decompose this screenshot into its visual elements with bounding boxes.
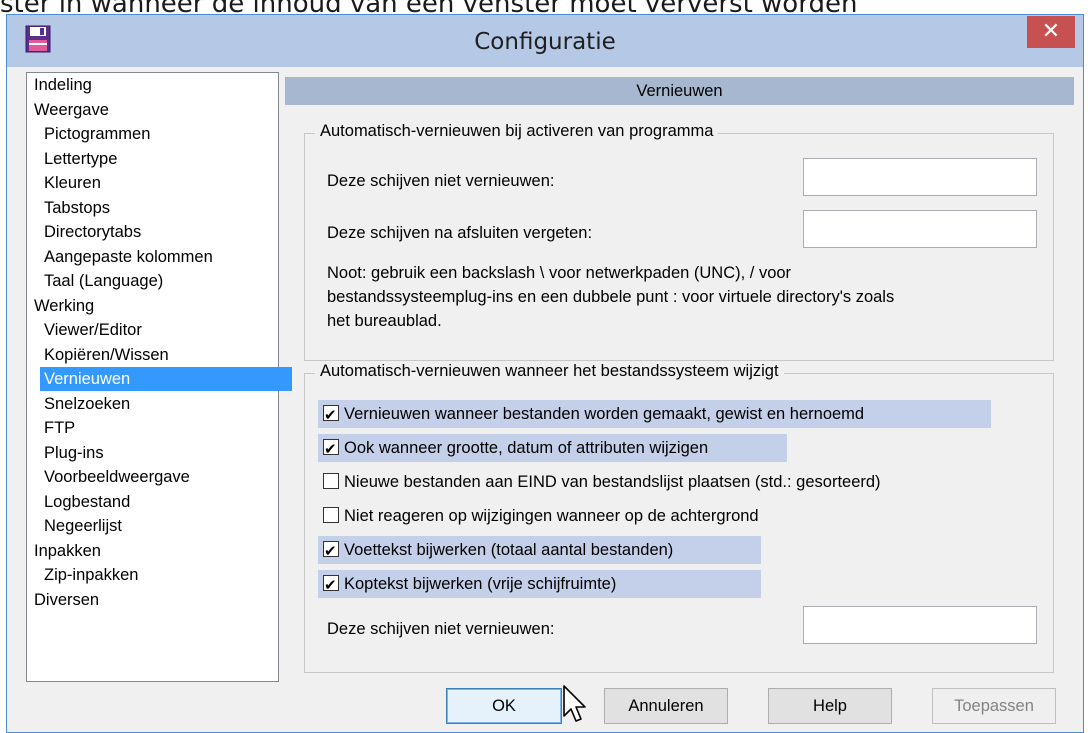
tree-item[interactable]: Directorytabs (27, 220, 278, 245)
exclude-drives-label: Deze schijven niet vernieuwen: (327, 172, 555, 190)
checkbox-checked[interactable]: ✔ (323, 405, 339, 424)
tree-item-label: Snelzoeken (44, 394, 131, 413)
tree-item[interactable]: Snelzoeken (27, 392, 278, 417)
forget-drives-label: Deze schijven na afsluiten vergeten: (327, 224, 593, 242)
checkbox-unchecked[interactable] (323, 473, 339, 489)
tree-item[interactable]: Indeling (27, 73, 278, 98)
check-mark-icon: ✔ (324, 576, 337, 594)
tree-item[interactable]: Kopiëren/Wissen (27, 343, 278, 368)
checkbox-label: Nieuwe bestanden aan EIND van bestandsli… (344, 473, 881, 491)
tree-item[interactable]: Plug-ins (27, 441, 278, 466)
checkbox-checked[interactable]: ✔ (323, 439, 339, 458)
tree-item-label: Plug-ins (44, 443, 104, 462)
note-line-2: bestandssysteemplug-ins en een dubbele p… (327, 288, 895, 306)
checkbox-label: Ook wanneer grootte, datum of attributen… (344, 439, 709, 457)
tree-item[interactable]: Inpakken (27, 539, 278, 564)
tree-item[interactable]: Voorbeeldweergave (27, 465, 278, 490)
tree-item-label: Indeling (34, 76, 92, 94)
tree-item[interactable]: Lettertype (27, 147, 278, 172)
exclude-drives-label: Deze schijven niet vernieuwen: (327, 620, 555, 638)
tree-item[interactable]: Pictogrammen (27, 122, 278, 147)
group-legend: Automatisch-vernieuwen bij activeren van… (315, 122, 719, 141)
check-mark-icon: ✔ (324, 542, 337, 560)
tree-item-label: Vernieuwen (40, 367, 292, 391)
tree-item-label: Lettertype (44, 149, 118, 168)
checkbox-label: Koptekst bijwerken (vrije schijfruimte) (344, 575, 617, 593)
close-button[interactable]: ✕ (1027, 16, 1075, 48)
option-checkbox[interactable]: Niet reageren op wijzigingen wanneer op … (318, 502, 763, 530)
tree-item[interactable]: Aangepaste kolommen (27, 245, 278, 270)
tree-item-label: Taal (Language) (44, 272, 164, 290)
tree-item[interactable]: Kleuren (27, 171, 278, 196)
tree-item[interactable]: Vernieuwen (27, 367, 292, 392)
option-checkbox[interactable]: Nieuwe bestanden aan EIND van bestandsli… (318, 468, 885, 496)
tree-item-label: Tabstops (44, 198, 111, 217)
configuration-dialog: Configuratie ✕ Indeling Weergave Pictogram… (6, 14, 1084, 733)
tree-item[interactable]: Zip-inpakken (27, 563, 278, 588)
tree-item-label: Viewer/Editor (44, 321, 142, 339)
checkbox-label: Voettekst bijwerken (totaal aantal besta… (344, 541, 674, 559)
group-legend: Automatisch-vernieuwen wanneer het besta… (315, 362, 784, 381)
checkbox-label: Vernieuwen wanneer bestanden worden gema… (344, 405, 865, 423)
option-checkbox[interactable]: ✔ Vernieuwen wanneer bestanden worden gem… (318, 400, 991, 428)
tree-item[interactable]: Logbestand (27, 490, 278, 515)
option-checkbox[interactable]: ✔ Voettekst bijwerken (totaal aantal best… (318, 536, 761, 564)
auto-refresh-on-activate-group: Automatisch-vernieuwen bij activeren van… (304, 122, 1054, 361)
note-line-1: Noot: gebruik een backslash \ voor netwe… (327, 264, 792, 282)
tree-item-label: Weergave (34, 100, 109, 119)
tree-item[interactable]: Weergave (27, 98, 278, 123)
check-mark-icon: ✔ (324, 440, 337, 458)
option-checkbox[interactable]: ✔ Ook wanneer grootte, datum of attribute… (318, 434, 787, 462)
option-checkbox[interactable]: ✔ Koptekst bijwerken (vrije schijfruimte) (318, 570, 761, 598)
section-title: Vernieuwen (285, 77, 1074, 105)
help-button[interactable]: Help (768, 688, 892, 724)
check-mark-icon: ✔ (324, 406, 337, 424)
tree-item-label: FTP (44, 419, 76, 437)
note-text: Noot: gebruik een backslash \ voor netwe… (327, 261, 1047, 333)
ok-button[interactable]: OK (446, 688, 562, 724)
auto-refresh-on-change-group: Automatisch-vernieuwen wanneer het besta… (304, 362, 1054, 673)
mouse-pointer-icon (563, 685, 586, 722)
checkbox-unchecked[interactable] (323, 507, 339, 523)
tree-item[interactable]: Negeerlijst (27, 514, 278, 539)
apply-button: Toepassen (932, 688, 1056, 724)
tree-item-label: Inpakken (34, 541, 101, 560)
tree-item-label: Werking (34, 296, 95, 315)
tree-item[interactable]: Diversen (27, 588, 278, 613)
tree-item[interactable]: Taal (Language) (27, 269, 278, 294)
checkbox-checked[interactable]: ✔ (323, 575, 339, 594)
tree-item-label: Voorbeeldweergave (44, 468, 190, 486)
forget-drives-input[interactable] (803, 210, 1037, 248)
title-bar[interactable]: Configuratie ✕ (7, 15, 1083, 67)
settings-panel: Vernieuwen Automatisch-vernieuwen bij ac… (285, 72, 1074, 684)
tree-item[interactable]: FTP (27, 416, 278, 441)
tree-item[interactable]: Werking (27, 294, 278, 319)
tree-item-label: Zip-inpakken (44, 566, 139, 584)
tree-item-label: Logbestand (44, 492, 131, 511)
window-title: Configuratie (474, 29, 616, 55)
tree-item[interactable]: Tabstops (27, 196, 278, 221)
note-line-3: het bureaublad. (327, 312, 442, 330)
tree-item-label: Kopiëren/Wissen (44, 345, 169, 364)
exclude-drives-input[interactable] (803, 158, 1037, 196)
tree-item-label: Directorytabs (44, 223, 142, 241)
tree-item-label: Negeerlijst (44, 517, 122, 535)
category-tree[interactable]: Indeling Weergave Pictogrammen Lettertype Kl… (26, 72, 292, 682)
tree-item-label: Diversen (34, 590, 100, 609)
tree-item-label: Kleuren (44, 174, 101, 192)
checkbox-checked[interactable]: ✔ (323, 541, 339, 560)
tree-item[interactable]: Viewer/Editor (27, 318, 278, 343)
tree-item-label: Aangepaste kolommen (44, 247, 213, 266)
cancel-button[interactable]: Annuleren (604, 688, 728, 724)
exclude-drives-input[interactable] (803, 606, 1037, 644)
checkbox-label: Niet reageren op wijzigingen wanneer op … (344, 507, 759, 525)
tree-item-label: Pictogrammen (44, 125, 151, 143)
